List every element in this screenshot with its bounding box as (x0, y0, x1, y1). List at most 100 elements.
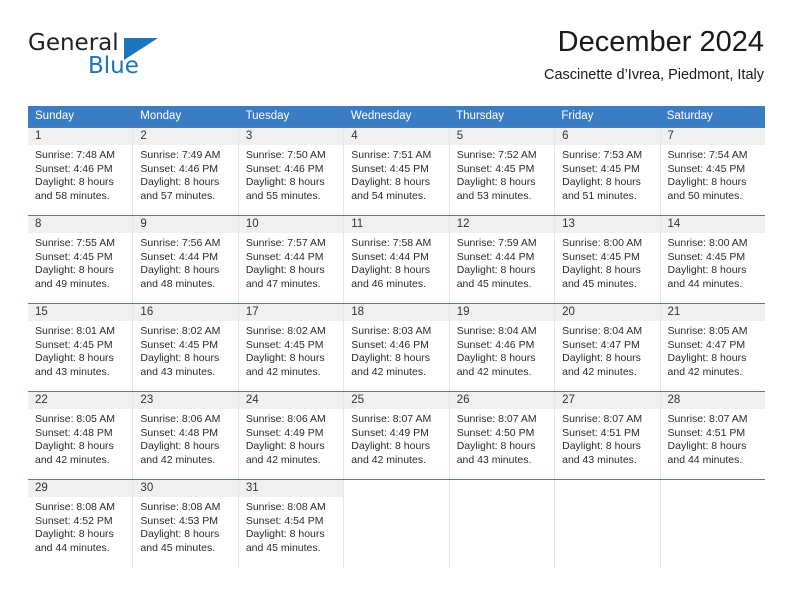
daylight-text-line1: Daylight: 8 hours (245, 352, 325, 365)
calendar-day-cell[interactable]: 15 Sunrise: 8:01 AM Sunset: 4:45 PM Dayligh… (28, 304, 134, 391)
calendar-day-cell[interactable]: 29 Sunrise: 8:08 AM Sunset: 4:52 PM Dayligh… (28, 480, 134, 568)
sunset-text: Sunset: 4:46 PM (456, 338, 535, 351)
day-details: Sunrise: 8:00 AM Sunset: 4:45 PM Daylight:… (661, 233, 765, 291)
day-number: 27 (562, 394, 575, 406)
sunrise-text: Sunrise: 8:08 AM (140, 501, 221, 513)
calendar-day-cell[interactable]: 25 Sunrise: 8:07 AM Sunset: 4:49 PM Dayligh… (344, 392, 450, 479)
calendar-day-cell[interactable]: 6 Sunrise: 7:53 AM Sunset: 4:45 PM Daylight… (555, 128, 661, 215)
daylight-text-line1: Daylight: 8 hours (456, 264, 536, 277)
calendar-day-cell[interactable]: 19 Sunrise: 8:04 AM Sunset: 4:46 PM Dayligh… (449, 304, 556, 391)
day-number: 15 (35, 306, 48, 318)
day-number-band (344, 480, 449, 497)
brand-logo[interactable]: General Blue (28, 30, 238, 88)
calendar-day-cell[interactable]: 9 Sunrise: 7:56 AM Sunset: 4:44 PM Daylight… (133, 216, 239, 303)
calendar-day-cell[interactable]: 7 Sunrise: 7:54 AM Sunset: 4:45 PM Daylight… (660, 128, 765, 215)
daylight-text-line2: and 54 minutes. (351, 189, 426, 202)
calendar-day-cell[interactable]: 21 Sunrise: 8:05 AM Sunset: 4:47 PM Dayligh… (660, 304, 765, 391)
daylight-text-line2: and 50 minutes. (667, 189, 743, 202)
calendar-day-cell[interactable]: 3 Sunrise: 7:50 AM Sunset: 4:46 PM Daylight… (238, 128, 345, 215)
calendar-day-cell[interactable]: 26 Sunrise: 8:07 AM Sunset: 4:50 PM Dayligh… (449, 392, 556, 479)
daylight-text-line1: Daylight: 8 hours (35, 352, 114, 365)
day-number-band: 28 (660, 392, 765, 409)
sunrise-text: Sunrise: 8:04 AM (562, 325, 643, 337)
sunrise-text: Sunrise: 8:07 AM (562, 413, 643, 425)
day-number: 19 (456, 306, 470, 318)
day-number-band: 25 (344, 392, 449, 409)
calendar-day-cell[interactable]: 2 Sunrise: 7:49 AM Sunset: 4:46 PM Daylight… (133, 128, 239, 215)
sunrise-text: Sunrise: 7:50 AM (245, 149, 326, 161)
daylight-text-line1: Daylight: 8 hours (245, 528, 325, 541)
day-number: 23 (140, 394, 154, 406)
calendar-day-cell[interactable]: 13 Sunrise: 8:00 AM Sunset: 4:45 PM Dayligh… (555, 216, 661, 303)
day-number-band: 9 (133, 216, 238, 233)
calendar-day-cell[interactable]: 23 Sunrise: 8:06 AM Sunset: 4:48 PM Dayligh… (133, 392, 239, 479)
calendar-day-cell[interactable]: 24 Sunrise: 8:06 AM Sunset: 4:49 PM Dayligh… (238, 392, 345, 479)
calendar-day-cell[interactable]: 16 Sunrise: 8:02 AM Sunset: 4:45 PM Dayligh… (133, 304, 239, 391)
daylight-text-line2: and 53 minutes. (456, 189, 532, 202)
calendar-day-cell[interactable]: 20 Sunrise: 8:04 AM Sunset: 4:47 PM Dayligh… (555, 304, 661, 391)
day-number-band: 8 (28, 216, 133, 233)
calendar-day-cell[interactable]: 11 Sunrise: 7:58 AM Sunset: 4:44 PM Dayligh… (344, 216, 450, 303)
daylight-text-line2: and 45 minutes. (456, 277, 532, 290)
calendar-day-cell[interactable]: 4 Sunrise: 7:51 AM Sunset: 4:45 PM Daylight… (344, 128, 450, 215)
daylight-text-line1: Daylight: 8 hours (245, 440, 325, 453)
sunset-text: Sunset: 4:44 PM (351, 250, 429, 263)
day-details: Sunrise: 8:07 AM Sunset: 4:50 PM Daylight:… (450, 409, 554, 467)
day-number: 28 (667, 394, 681, 406)
sunrise-text: Sunrise: 8:00 AM (667, 237, 748, 249)
title-block: December 2024 Cascinette d’Ivrea, Piedmo… (544, 24, 764, 86)
day-details: Sunrise: 8:07 AM Sunset: 4:51 PM Daylight:… (661, 409, 765, 467)
sunset-text: Sunset: 4:45 PM (35, 250, 113, 263)
sunrise-text: Sunrise: 8:08 AM (35, 501, 115, 513)
calendar-day-cell[interactable]: 22 Sunrise: 8:05 AM Sunset: 4:48 PM Dayligh… (28, 392, 134, 479)
calendar-day-cell[interactable]: 18 Sunrise: 8:03 AM Sunset: 4:46 PM Dayligh… (344, 304, 450, 391)
calendar-day-cell[interactable]: 28 Sunrise: 8:07 AM Sunset: 4:51 PM Dayligh… (660, 392, 765, 479)
sunrise-text: Sunrise: 7:54 AM (667, 149, 748, 161)
daylight-text-line1: Daylight: 8 hours (35, 264, 114, 277)
day-details: Sunrise: 7:48 AM Sunset: 4:46 PM Daylight:… (28, 145, 132, 203)
weekday-header-monday: Monday (140, 110, 182, 122)
day-number: 10 (245, 218, 259, 230)
daylight-text-line2: and 43 minutes. (456, 453, 532, 466)
calendar-day-cell[interactable]: 27 Sunrise: 8:07 AM Sunset: 4:51 PM Dayligh… (555, 392, 661, 479)
calendar-day-cell[interactable]: 14 Sunrise: 8:00 AM Sunset: 4:45 PM Dayligh… (660, 216, 765, 303)
sunset-text: Sunset: 4:45 PM (351, 162, 429, 175)
day-number-band: 26 (449, 392, 555, 409)
day-number-band: 6 (555, 128, 660, 145)
daylight-text-line2: and 42 minutes. (351, 453, 426, 466)
daylight-text-line1: Daylight: 8 hours (140, 352, 220, 365)
sunset-text: Sunset: 4:49 PM (245, 426, 324, 439)
weekday-header-sunday: Sunday (35, 110, 75, 122)
day-number-band: 21 (660, 304, 765, 321)
calendar-day-cell[interactable]: 10 Sunrise: 7:57 AM Sunset: 4:44 PM Dayligh… (238, 216, 345, 303)
sunset-text: Sunset: 4:46 PM (351, 338, 429, 351)
day-details: Sunrise: 7:58 AM Sunset: 4:44 PM Daylight:… (344, 233, 448, 291)
daylight-text-line2: and 42 minutes. (245, 365, 321, 378)
calendar-day-cell[interactable]: 31 Sunrise: 8:08 AM Sunset: 4:54 PM Dayligh… (238, 480, 345, 568)
sunrise-text: Sunrise: 7:53 AM (562, 149, 643, 161)
sunrise-text: Sunrise: 8:05 AM (35, 413, 115, 425)
calendar-day-cell[interactable]: 1 Sunrise: 7:48 AM Sunset: 4:46 PM Daylight… (28, 128, 134, 215)
calendar-day-cell[interactable]: 17 Sunrise: 8:02 AM Sunset: 4:45 PM Dayligh… (238, 304, 345, 391)
calendar-day-cell[interactable]: 30 Sunrise: 8:08 AM Sunset: 4:53 PM Dayligh… (133, 480, 239, 568)
daylight-text-line1: Daylight: 8 hours (35, 528, 114, 541)
day-details: Sunrise: 8:05 AM Sunset: 4:48 PM Daylight:… (28, 409, 132, 467)
day-details: Sunrise: 7:57 AM Sunset: 4:44 PM Daylight:… (239, 233, 343, 291)
sunrise-text: Sunrise: 8:02 AM (245, 325, 326, 337)
sunset-text: Sunset: 4:47 PM (562, 338, 640, 351)
sunrise-text: Sunrise: 7:55 AM (35, 237, 115, 249)
calendar-day-cell[interactable]: 8 Sunrise: 7:55 AM Sunset: 4:45 PM Daylight… (28, 216, 134, 303)
daylight-text-line1: Daylight: 8 hours (245, 264, 325, 277)
sunrise-text: Sunrise: 7:49 AM (140, 149, 221, 161)
sunrise-text: Sunrise: 8:07 AM (456, 413, 537, 425)
sunrise-text: Sunrise: 8:08 AM (245, 501, 326, 513)
calendar-day-cell[interactable]: 12 Sunrise: 7:59 AM Sunset: 4:44 PM Dayligh… (449, 216, 556, 303)
daylight-text-line2: and 43 minutes. (35, 365, 110, 378)
day-number: 11 (351, 218, 364, 230)
sunrise-text: Sunrise: 7:48 AM (35, 149, 115, 161)
daylight-text-line2: and 51 minutes. (562, 189, 637, 202)
calendar-day-cell[interactable]: 5 Sunrise: 7:52 AM Sunset: 4:45 PM Daylight… (449, 128, 556, 215)
sunrise-text: Sunrise: 7:59 AM (456, 237, 537, 249)
daylight-text-line1: Daylight: 8 hours (351, 352, 431, 365)
sunrise-text: Sunrise: 8:02 AM (140, 325, 221, 337)
